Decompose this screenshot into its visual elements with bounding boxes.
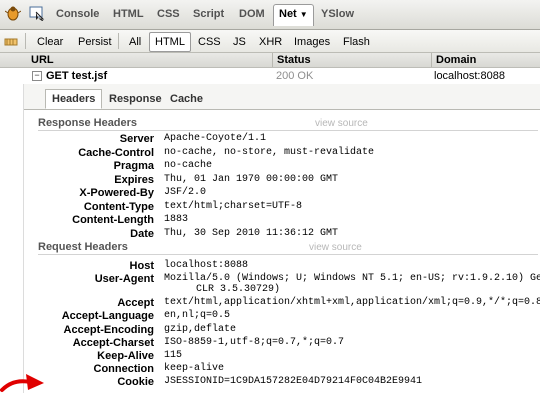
red-arrow-annotation	[0, 374, 44, 392]
header-value: text/html;charset=UTF-8	[164, 200, 303, 212]
tab-response[interactable]: Response	[109, 93, 162, 105]
inspect-icon[interactable]	[29, 5, 45, 21]
header-name: Connection	[93, 362, 155, 375]
request-detail-panel: Headers Response Cache Response Headers …	[23, 84, 540, 393]
clear-log-icon[interactable]	[4, 34, 18, 48]
chevron-down-icon[interactable]: ▼	[300, 10, 308, 19]
header-value: JSESSIONID=1C9DA157282E04D79214F0C04B2E9…	[164, 375, 423, 387]
header-name: Date	[130, 227, 154, 240]
filter-flash[interactable]: Flash	[343, 36, 370, 48]
header-value: gzip,deflate	[164, 323, 237, 335]
section-divider	[38, 130, 538, 131]
tab-console[interactable]: Console	[56, 8, 99, 20]
header-value: ISO-8859-1,utf-8;q=0.7,*;q=0.7	[164, 336, 345, 348]
persist-button[interactable]: Persist	[78, 36, 112, 48]
header-name: Accept-Encoding	[63, 323, 154, 336]
column-domain[interactable]: Domain	[436, 54, 476, 66]
column-divider[interactable]	[272, 53, 273, 67]
column-url[interactable]: URL	[31, 54, 54, 66]
section-divider	[38, 254, 538, 255]
header-value: keep-alive	[164, 362, 225, 374]
header-value-continued: CLR 3.5.30729)	[196, 284, 281, 296]
request-headers-title: Request Headers	[38, 241, 128, 253]
header-name: User-Agent	[94, 273, 154, 286]
header-name: Host	[129, 260, 154, 272]
net-toolbar: Clear Persist All HTML CSS JS XHR Images…	[0, 30, 540, 53]
filter-css[interactable]: CSS	[198, 36, 221, 48]
request-domain: localhost:8088	[434, 70, 505, 82]
header-value: no-cache	[164, 160, 213, 171]
tab-html[interactable]: HTML	[113, 8, 144, 20]
toolbar-divider	[25, 33, 26, 49]
filter-xhr[interactable]: XHR	[259, 36, 282, 48]
firebug-bug-icon[interactable]	[5, 5, 21, 21]
request-row[interactable]: − GET test.jsf 200 OK localhost:8088	[0, 68, 540, 83]
request-url[interactable]: GET test.jsf	[46, 70, 107, 82]
clear-button[interactable]: Clear	[37, 36, 63, 48]
header-value: localhost:8088	[164, 260, 249, 271]
header-name: Content-Type	[83, 200, 154, 213]
header-name: Accept-Charset	[72, 336, 154, 349]
filter-html[interactable]: HTML	[149, 32, 191, 52]
header-name: Server	[119, 133, 154, 145]
tab-cache[interactable]: Cache	[170, 93, 203, 105]
header-name: Cache-Control	[78, 146, 154, 159]
column-status[interactable]: Status	[277, 54, 311, 66]
header-value: Thu, 30 Sep 2010 11:36:12 GMT	[164, 227, 339, 239]
tab-headers[interactable]: Headers	[45, 89, 103, 109]
tab-script[interactable]: Script	[193, 8, 224, 20]
header-name: Pragma	[113, 160, 154, 172]
view-source-link[interactable]: view source	[315, 118, 368, 129]
firebug-tab-bar: Console HTML CSS Script DOM Net ▼ YSlow	[0, 0, 540, 30]
column-divider[interactable]	[431, 53, 432, 67]
filter-images[interactable]: Images	[294, 36, 330, 48]
filter-all[interactable]: All	[129, 36, 141, 48]
header-value: Thu, 01 Jan 1970 00:00:00 GMT	[164, 173, 339, 185]
header-name: Expires	[114, 173, 154, 186]
header-value: no-cache, no-store, must-revalidate	[164, 146, 375, 158]
header-value: 1883	[164, 214, 189, 225]
header-value: Mozilla/5.0 (Windows; U; Windows NT 5.1;…	[164, 273, 540, 285]
tab-css[interactable]: CSS	[157, 8, 180, 20]
header-value: JSF/2.0	[164, 187, 207, 198]
view-source-link[interactable]: view source	[309, 242, 362, 253]
header-name: Accept	[117, 297, 154, 310]
header-value: Apache-Coyote/1.1	[164, 133, 267, 144]
tab-dom[interactable]: DOM	[239, 8, 265, 20]
tab-net[interactable]: Net ▼	[273, 4, 314, 26]
header-name: Content-Length	[72, 214, 154, 226]
collapse-toggle-icon[interactable]: −	[32, 71, 42, 81]
header-name: Keep-Alive	[97, 349, 154, 362]
tab-net-label: Net	[279, 8, 297, 20]
header-name: X-Powered-By	[79, 187, 154, 199]
request-status: 200 OK	[276, 70, 314, 82]
filter-js[interactable]: JS	[233, 36, 246, 48]
header-value: en,nl;q=0.5	[164, 310, 231, 322]
header-name: Cookie	[117, 375, 154, 388]
header-value: text/html,application/xhtml+xml,applicat…	[164, 297, 540, 309]
tab-yslow[interactable]: YSlow	[321, 8, 354, 20]
response-headers-title: Response Headers	[38, 117, 138, 129]
detail-tabs: Headers Response Cache	[24, 84, 540, 110]
header-value: 115	[164, 349, 183, 361]
net-column-header: URL Status Domain	[0, 53, 540, 68]
header-name: Accept-Language	[61, 310, 154, 323]
toolbar-divider	[118, 33, 119, 49]
